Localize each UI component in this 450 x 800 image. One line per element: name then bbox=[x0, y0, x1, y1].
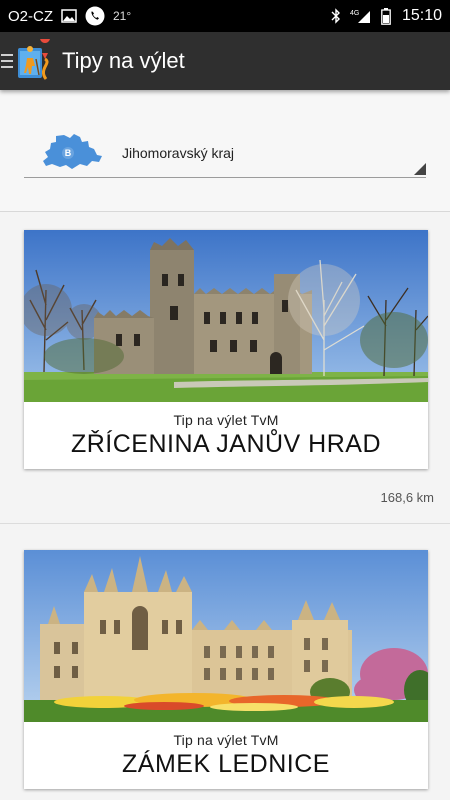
status-bar: O2-CZ 21° 4G 15:10 bbox=[0, 0, 450, 32]
trip-title: ZŘÍCENINA JANŮV HRAD bbox=[70, 430, 382, 458]
region-panel: B Jihomoravský kraj bbox=[0, 90, 450, 212]
region-map-letter: B bbox=[65, 148, 72, 158]
trip-list[interactable]: Tip na výlet TvM ZŘÍCENINA JANŮV HRAD 16… bbox=[0, 212, 450, 800]
region-map-icon: B bbox=[43, 133, 102, 169]
dropdown-arrow-icon bbox=[414, 163, 426, 175]
trip-card[interactable]: Tip na výlet TvM ZÁMEK LEDNICE bbox=[24, 550, 428, 789]
trip-card-text: Tip na výlet TvM ZŘÍCENINA JANŮV HRAD bbox=[24, 402, 428, 469]
carrier-label: O2-CZ bbox=[8, 7, 53, 25]
trip-subtitle: Tip na výlet TvM bbox=[173, 732, 279, 748]
image-icon bbox=[61, 9, 77, 23]
app-title: Tipy na výlet bbox=[62, 48, 185, 73]
trip-image-castle-ruin bbox=[24, 230, 428, 402]
temperature-label: 21° bbox=[113, 9, 132, 23]
bluetooth-icon bbox=[331, 8, 341, 24]
trip-subtitle: Tip na výlet TvM bbox=[173, 412, 279, 428]
app-bar: Tipy na výlet bbox=[0, 32, 450, 90]
network-type: 4G bbox=[350, 10, 359, 17]
trip-image-lednice-chateau bbox=[24, 550, 428, 722]
trip-card[interactable]: Tip na výlet TvM ZŘÍCENINA JANŮV HRAD bbox=[24, 230, 428, 469]
hiker-map-logo-icon[interactable] bbox=[16, 39, 56, 83]
phone-icon bbox=[85, 6, 105, 26]
trip-distance: 168,6 km bbox=[380, 490, 434, 505]
signal-icon: 4G bbox=[350, 8, 372, 24]
list-divider bbox=[0, 523, 450, 524]
menu-icon[interactable] bbox=[1, 54, 13, 68]
clock-label: 15:10 bbox=[401, 7, 442, 24]
region-dropdown[interactable]: B Jihomoravský kraj bbox=[24, 128, 426, 178]
trip-title: ZÁMEK LEDNICE bbox=[122, 750, 330, 778]
region-selected-label: Jihomoravský kraj bbox=[122, 144, 235, 161]
battery-icon bbox=[381, 7, 391, 25]
trip-card-text: Tip na výlet TvM ZÁMEK LEDNICE bbox=[24, 722, 428, 789]
